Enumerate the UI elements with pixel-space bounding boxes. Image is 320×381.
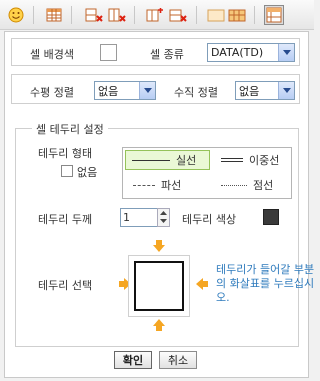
border-style-double[interactable]: 이중선: [221, 150, 291, 170]
table-insert-icon[interactable]: [44, 5, 64, 25]
chevron-down-icon[interactable]: [278, 82, 294, 99]
cell-basic-panel: 셀 배경색 셀 종류 DATA(TD): [11, 38, 300, 66]
cell-properties-icon[interactable]: [264, 5, 284, 25]
stepper-up-icon[interactable]: [158, 209, 169, 217]
cell-type-select[interactable]: DATA(TD): [207, 43, 295, 62]
border-style-solid[interactable]: 실선: [125, 150, 210, 170]
confirm-button[interactable]: 확인: [114, 351, 152, 369]
cell-properties-panel: 셀 배경색 셀 종류 DATA(TD) 수평 정렬 없음 수직 정렬 없음 셀 …: [4, 31, 314, 378]
border-color-label: 테두리 색상: [182, 213, 237, 226]
border-help-text: 테두리가 들어갈 부분의 화살표를 누르십시오.: [216, 263, 315, 304]
halign-value: 없음: [98, 84, 119, 98]
border-thickness-stepper[interactable]: [157, 208, 170, 227]
border-style-dotted[interactable]: 점선: [221, 175, 291, 195]
chevron-down-icon[interactable]: [139, 82, 155, 99]
arrow-up-icon[interactable]: [153, 319, 165, 334]
arrow-down-icon[interactable]: [153, 240, 165, 255]
row-delete-icon[interactable]: [84, 5, 104, 25]
border-preview-cell: [134, 261, 184, 311]
border-style-dashed[interactable]: 파선: [133, 175, 213, 195]
cell-width-icon[interactable]: [206, 5, 226, 25]
toolbar: [0, 0, 314, 30]
bg-color-label: 셀 배경색: [30, 48, 74, 61]
cell-type-label: 셀 종류: [150, 48, 184, 61]
alignment-panel: 수평 정렬 없음 수직 정렬 없음: [11, 74, 300, 104]
cancel-button[interactable]: 취소: [159, 351, 197, 369]
cell-grid-icon[interactable]: [227, 5, 247, 25]
border-style-label: 테두리 형태: [38, 147, 93, 160]
cell-merge-icon[interactable]: [145, 5, 165, 25]
chevron-down-icon[interactable]: [278, 44, 294, 61]
border-color-swatch[interactable]: [263, 209, 279, 225]
border-none-label: 없음: [77, 166, 98, 179]
border-thickness-label: 테두리 두께: [38, 213, 93, 226]
halign-select[interactable]: 없음: [94, 81, 156, 100]
arrow-left-icon[interactable]: [196, 278, 208, 293]
border-none-checkbox[interactable]: [61, 165, 73, 177]
valign-value: 없음: [239, 84, 260, 98]
halign-label: 수평 정렬: [30, 86, 74, 99]
column-delete-icon[interactable]: [107, 5, 127, 25]
stepper-down-icon[interactable]: [158, 217, 169, 225]
emoticon-icon[interactable]: [6, 5, 26, 25]
valign-select[interactable]: 없음: [235, 81, 295, 100]
cell-type-value: DATA(TD): [211, 46, 264, 59]
border-thickness-input[interactable]: 1: [120, 208, 158, 227]
cell-split-icon[interactable]: [168, 5, 188, 25]
border-preview: [128, 255, 190, 317]
border-group-title: 셀 테두리 설정: [32, 121, 108, 137]
bg-color-swatch[interactable]: [100, 44, 117, 61]
border-select-label: 테두리 선택: [38, 279, 93, 292]
border-settings-group: 셀 테두리 설정 테두리 형태 없음 실선 이중선 파선 점선 테두리 두께 1: [15, 121, 314, 347]
border-style-list: 실선 이중선 파선 점선: [122, 147, 292, 199]
valign-label: 수직 정렬: [174, 86, 218, 99]
